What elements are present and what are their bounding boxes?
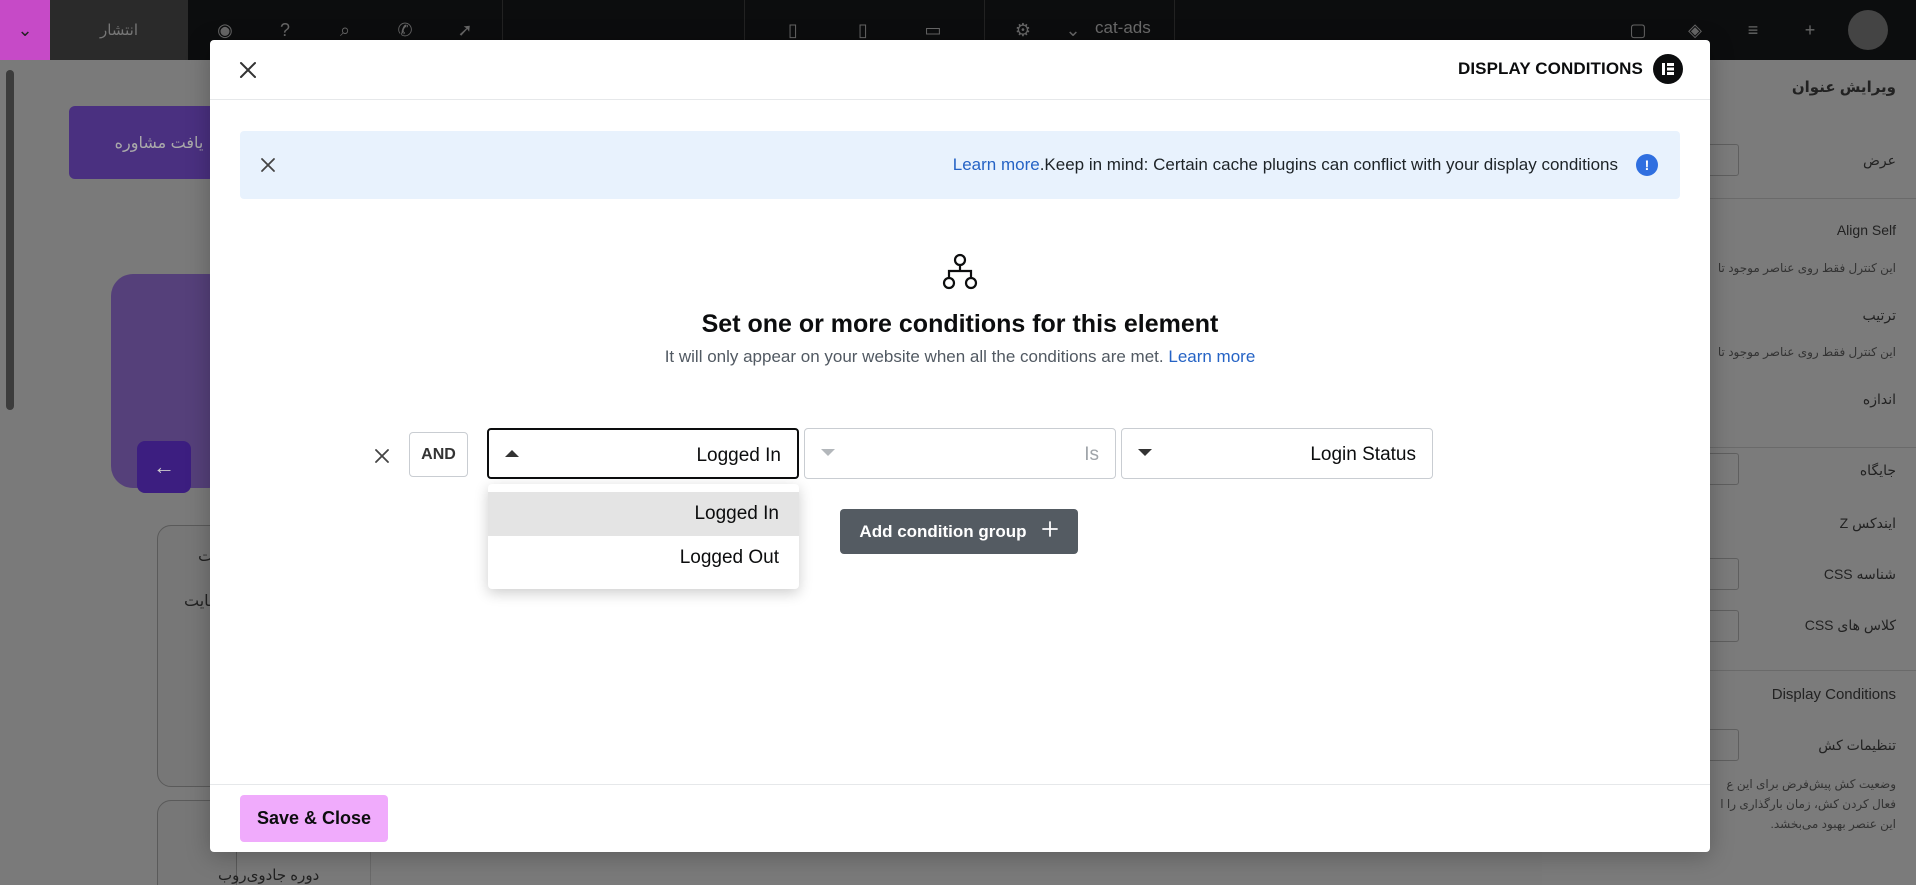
panel-field[interactable] bbox=[1705, 453, 1739, 485]
chevron-down-icon[interactable]: ⌄ bbox=[0, 0, 50, 60]
hero-learn-more-link[interactable]: Learn more bbox=[1168, 347, 1255, 366]
cache-alert: Learn more.Keep in mind: Certain cache p… bbox=[240, 131, 1680, 199]
hero-subtitle: It will only appear on your website when… bbox=[210, 347, 1710, 367]
panel-title: ویرایش عنوان bbox=[1791, 79, 1896, 96]
alert-text: .Keep in mind: Certain cache plugins can… bbox=[1039, 155, 1618, 174]
panel-label-align-self: Align Self bbox=[1836, 222, 1896, 238]
panel-label-width: عرض bbox=[1862, 152, 1896, 168]
modal-title-wrap: DISPLAY CONDITIONS bbox=[1458, 54, 1683, 84]
caret-down-icon bbox=[1138, 449, 1152, 456]
sitemap-icon bbox=[940, 252, 980, 292]
canvas-text: دوره جادوی‌روب bbox=[218, 867, 320, 884]
publish-button[interactable]: انتشار bbox=[50, 0, 188, 60]
display-conditions-modal: DISPLAY CONDITIONS Learn more.Keep in mi… bbox=[210, 40, 1710, 852]
hero-subtitle-text: It will only appear on your website when… bbox=[664, 347, 1164, 366]
modal-header: DISPLAY CONDITIONS bbox=[210, 40, 1710, 100]
alert-message: Learn more.Keep in mind: Certain cache p… bbox=[953, 155, 1618, 175]
panel-label-position: جایگاه bbox=[1859, 462, 1896, 478]
panel-label-size: اندازه bbox=[1862, 391, 1896, 407]
canvas-scrollbar[interactable] bbox=[6, 70, 14, 410]
caret-up-icon bbox=[505, 450, 519, 457]
close-icon[interactable] bbox=[236, 58, 260, 82]
panel-label-order: ترتیب bbox=[1862, 307, 1897, 323]
panel-note: این عنصر بهبود می‌بخشد. bbox=[1770, 817, 1896, 831]
elementor-logo-icon bbox=[1653, 54, 1683, 84]
panel-note: این کنترل فقط روی عناصر موجود تا bbox=[1717, 261, 1896, 275]
add-condition-group-label: Add condition group bbox=[859, 521, 1027, 541]
panel-label-display-conditions: Display Conditions bbox=[1771, 686, 1896, 703]
panel-note: این کنترل فقط روی عناصر موجود تا bbox=[1717, 345, 1896, 359]
value-select[interactable]: Logged In bbox=[487, 428, 799, 479]
panel-note: فعال کردن کش، زمان بارگذاری را ا bbox=[1720, 797, 1896, 811]
panel-field[interactable] bbox=[1705, 558, 1739, 590]
panel-field[interactable] bbox=[1705, 144, 1739, 176]
modal-footer: Save & Close bbox=[210, 784, 1710, 852]
elementor-logo[interactable] bbox=[1848, 10, 1888, 50]
panel-field[interactable] bbox=[1705, 610, 1739, 642]
alert-close-icon[interactable] bbox=[258, 155, 278, 175]
plus-icon bbox=[1041, 520, 1059, 543]
panel-field[interactable] bbox=[1705, 729, 1739, 761]
arrow-left-icon: ← bbox=[137, 441, 191, 493]
alert-learn-more-link[interactable]: Learn more bbox=[953, 155, 1040, 174]
panel-label-css-id: شناسه CSS bbox=[1823, 566, 1896, 582]
operator-select[interactable]: Is bbox=[804, 428, 1116, 479]
field-select[interactable]: Login Status bbox=[1121, 428, 1433, 479]
remove-condition-icon[interactable] bbox=[370, 444, 394, 468]
panel-label-css-classes: کلاس های CSS bbox=[1804, 617, 1896, 633]
value-select-text: Logged In bbox=[696, 445, 781, 466]
panel-note: وضعیت کش پیش‌فرض برای این ع bbox=[1726, 777, 1896, 791]
operator-select-text: Is bbox=[1084, 444, 1099, 465]
save-close-button[interactable]: Save & Close bbox=[240, 795, 388, 842]
sliders-icon[interactable]: ≡ bbox=[1740, 17, 1766, 43]
dropdown-option-logged-in[interactable]: Logged In bbox=[488, 492, 799, 536]
modal-title: DISPLAY CONDITIONS bbox=[1457, 59, 1643, 78]
panel-label-cache: تنظیمات کش bbox=[1818, 737, 1896, 753]
caret-down-icon bbox=[821, 449, 835, 456]
panel-label-z-index: ایندکس Z bbox=[1839, 515, 1896, 531]
add-condition-group-button[interactable]: Add condition group bbox=[840, 509, 1078, 554]
info-icon: ! bbox=[1636, 154, 1658, 176]
plus-icon[interactable]: + bbox=[1797, 17, 1823, 43]
and-operator-badge[interactable]: AND bbox=[409, 432, 468, 477]
site-name[interactable]: cat-ads bbox=[1095, 18, 1151, 38]
dropdown-option-logged-out[interactable]: Logged Out bbox=[488, 536, 799, 580]
value-dropdown-menu: Logged In Logged Out bbox=[488, 484, 799, 589]
hero-title: Set one or more conditions for this elem… bbox=[701, 310, 1219, 338]
field-select-text: Login Status bbox=[1310, 444, 1416, 465]
